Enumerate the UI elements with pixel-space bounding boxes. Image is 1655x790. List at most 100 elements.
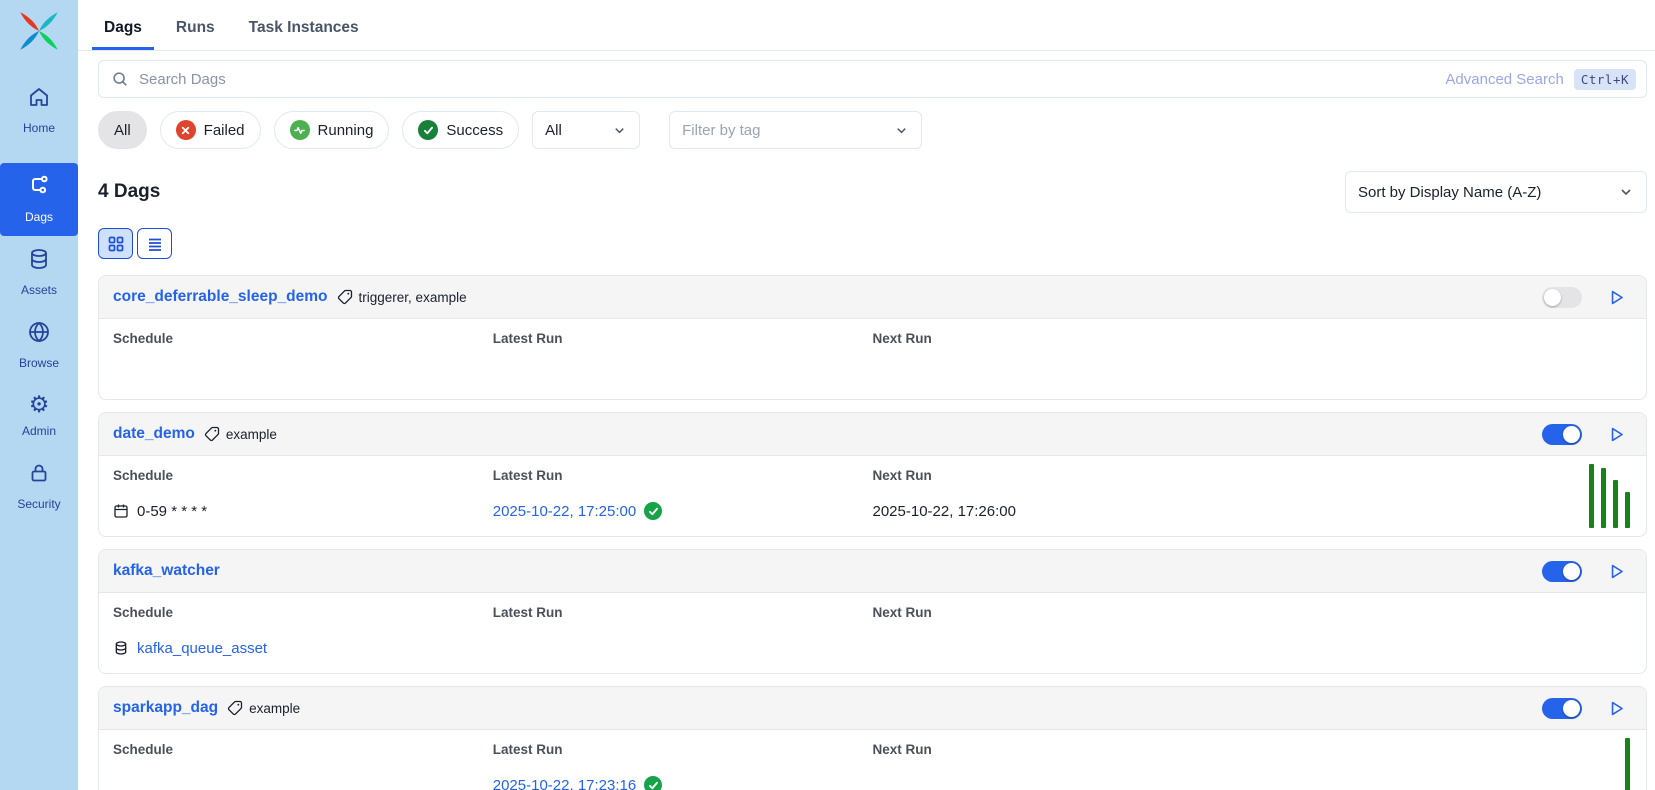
dag-card-core_deferrable_sleep_demo: core_deferrable_sleep_demo triggerer, ex… <box>98 275 1647 400</box>
latest-run-column-header: Latest Run <box>493 742 873 757</box>
pill-label: Failed <box>204 122 245 139</box>
sidebar-item-label: Home <box>23 121 55 135</box>
sort-select[interactable]: Sort by Display Name (A-Z) <box>1345 171 1647 213</box>
app-root: Home Dags Assets Browse ⚙ Admin Security… <box>0 0 1655 790</box>
latest-run-value: 2025-10-22, 17:23:16 <box>493 775 873 790</box>
filter-pill-failed[interactable]: Failed <box>160 111 261 149</box>
sidebar-item-label: Browse <box>19 356 59 370</box>
home-icon <box>27 85 51 114</box>
dag-pause-toggle[interactable] <box>1542 698 1582 719</box>
run-duration-bar[interactable] <box>1625 738 1630 790</box>
admin-icon: ⚙ <box>27 393 51 417</box>
dag-pause-toggle[interactable] <box>1542 287 1582 308</box>
next-run-value <box>873 364 1633 384</box>
paused-filter-value: All <box>545 122 562 139</box>
trigger-dag-button[interactable] <box>1607 288 1626 307</box>
sidebar: Home Dags Assets Browse ⚙ Admin Security <box>0 0 78 790</box>
sidebar-item-label: Security <box>17 497 60 511</box>
dag-tags-text: triggerer, example <box>359 290 467 305</box>
dag-name-link[interactable]: date_demo <box>113 425 195 443</box>
next-run-column-header: Next Run <box>873 331 1633 346</box>
tag-icon <box>204 426 220 442</box>
next-run-value <box>873 775 1633 790</box>
schedule-value: 0-59 * * * * <box>113 501 493 521</box>
success-status-icon <box>418 120 438 140</box>
next-run-value <box>873 638 1633 658</box>
paused-filter-select[interactable]: All <box>532 111 640 149</box>
latest-run-link[interactable]: 2025-10-22, 17:23:16 <box>493 777 636 790</box>
tab-dags[interactable]: Dags <box>92 15 154 50</box>
sidebar-item-home[interactable]: Home <box>0 74 78 147</box>
filter-pill-success[interactable]: Success <box>402 111 519 149</box>
dag-name-link[interactable]: sparkapp_dag <box>113 699 218 717</box>
sidebar-item-label: Assets <box>21 283 57 297</box>
dag-pause-toggle[interactable] <box>1542 561 1582 582</box>
schedule-asset-link[interactable]: kafka_queue_asset <box>137 640 267 657</box>
latest-run-column-header: Latest Run <box>493 468 873 483</box>
run-duration-bar[interactable] <box>1625 492 1630 528</box>
trigger-dag-button[interactable] <box>1607 699 1626 718</box>
dag-card-header: sparkapp_dag example <box>99 687 1646 730</box>
dag-icon <box>27 174 51 203</box>
chevron-down-icon <box>612 123 627 138</box>
latest-run-link[interactable]: 2025-10-22, 17:25:00 <box>493 503 636 520</box>
card-view-button[interactable] <box>98 228 133 259</box>
sidebar-item-browse[interactable]: Browse <box>0 309 78 382</box>
filter-pill-running[interactable]: Running <box>274 111 390 149</box>
trigger-dag-button[interactable] <box>1607 562 1626 581</box>
pill-label: All <box>114 122 131 139</box>
latest-run-value <box>493 364 873 384</box>
filter-row: All Failed Running Success All Filter by… <box>98 111 1647 149</box>
dag-card-date_demo: date_demo example Schedule 0-59 * * * * … <box>98 412 1647 537</box>
run-duration-bar[interactable] <box>1589 464 1594 528</box>
dag-tags: example <box>227 700 300 716</box>
run-duration-bar[interactable] <box>1613 480 1618 528</box>
shortcut-badge: Ctrl+K <box>1574 69 1636 90</box>
tag-filter-placeholder: Filter by tag <box>682 122 760 139</box>
schedule-cron: 0-59 * * * * <box>137 503 207 520</box>
dag-list: core_deferrable_sleep_demo triggerer, ex… <box>98 275 1647 790</box>
grid-view-icon <box>107 235 125 253</box>
sidebar-item-admin[interactable]: ⚙ Admin <box>0 382 78 450</box>
schedule-column-header: Schedule <box>113 605 493 620</box>
sidebar-item-dags[interactable]: Dags <box>0 163 78 236</box>
table-view-button[interactable] <box>137 228 172 259</box>
sidebar-item-security[interactable]: Security <box>0 450 78 523</box>
trigger-dag-button[interactable] <box>1607 425 1626 444</box>
latest-run-column-header: Latest Run <box>493 605 873 620</box>
dag-name-link[interactable]: kafka_watcher <box>113 562 220 580</box>
dag-card-body: Schedule 0-59 * * * * Latest Run 2025-10… <box>99 456 1646 536</box>
airflow-logo[interactable] <box>17 9 61 58</box>
search-input[interactable] <box>139 71 1435 88</box>
dag-card-sparkapp_dag: sparkapp_dag example Schedule Latest Run… <box>98 686 1647 790</box>
chevron-down-icon <box>1618 184 1634 200</box>
main-area: Dags Runs Task Instances Advanced Search C… <box>78 0 1655 790</box>
filter-pill-all[interactable]: All <box>98 111 147 149</box>
sidebar-item-assets[interactable]: Assets <box>0 236 78 309</box>
schedule-column-header: Schedule <box>113 742 493 757</box>
recent-runs-bars[interactable] <box>1625 738 1630 790</box>
latest-run-value <box>493 638 873 658</box>
state-pills: All Failed Running Success <box>98 111 519 149</box>
dag-card-header: kafka_watcher <box>99 550 1646 593</box>
schedule-column-header: Schedule <box>113 331 493 346</box>
sort-value: Sort by Display Name (A-Z) <box>1358 184 1541 201</box>
dag-tags-text: example <box>226 427 277 442</box>
tab-task-instances[interactable]: Task Instances <box>237 15 371 50</box>
advanced-search-link[interactable]: Advanced Search <box>1445 71 1563 88</box>
dag-card-body: Schedule kafka_queue_asset Latest Run Ne… <box>99 593 1646 673</box>
run-duration-bar[interactable] <box>1601 468 1606 528</box>
dag-card-header: date_demo example <box>99 413 1646 456</box>
dag-pause-toggle[interactable] <box>1542 424 1582 445</box>
tag-filter-select[interactable]: Filter by tag <box>669 111 922 149</box>
tab-bar: Dags Runs Task Instances <box>78 0 1655 51</box>
search-bar: Advanced Search Ctrl+K <box>98 60 1647 98</box>
recent-runs-bars[interactable] <box>1589 464 1630 528</box>
sidebar-item-label: Dags <box>25 210 53 224</box>
dag-tags-text: example <box>249 701 300 716</box>
success-check-icon <box>644 776 662 790</box>
sidebar-item-label: Admin <box>22 424 56 438</box>
latest-run-value: 2025-10-22, 17:25:00 <box>493 501 873 521</box>
tab-runs[interactable]: Runs <box>164 15 227 50</box>
dag-name-link[interactable]: core_deferrable_sleep_demo <box>113 288 328 306</box>
